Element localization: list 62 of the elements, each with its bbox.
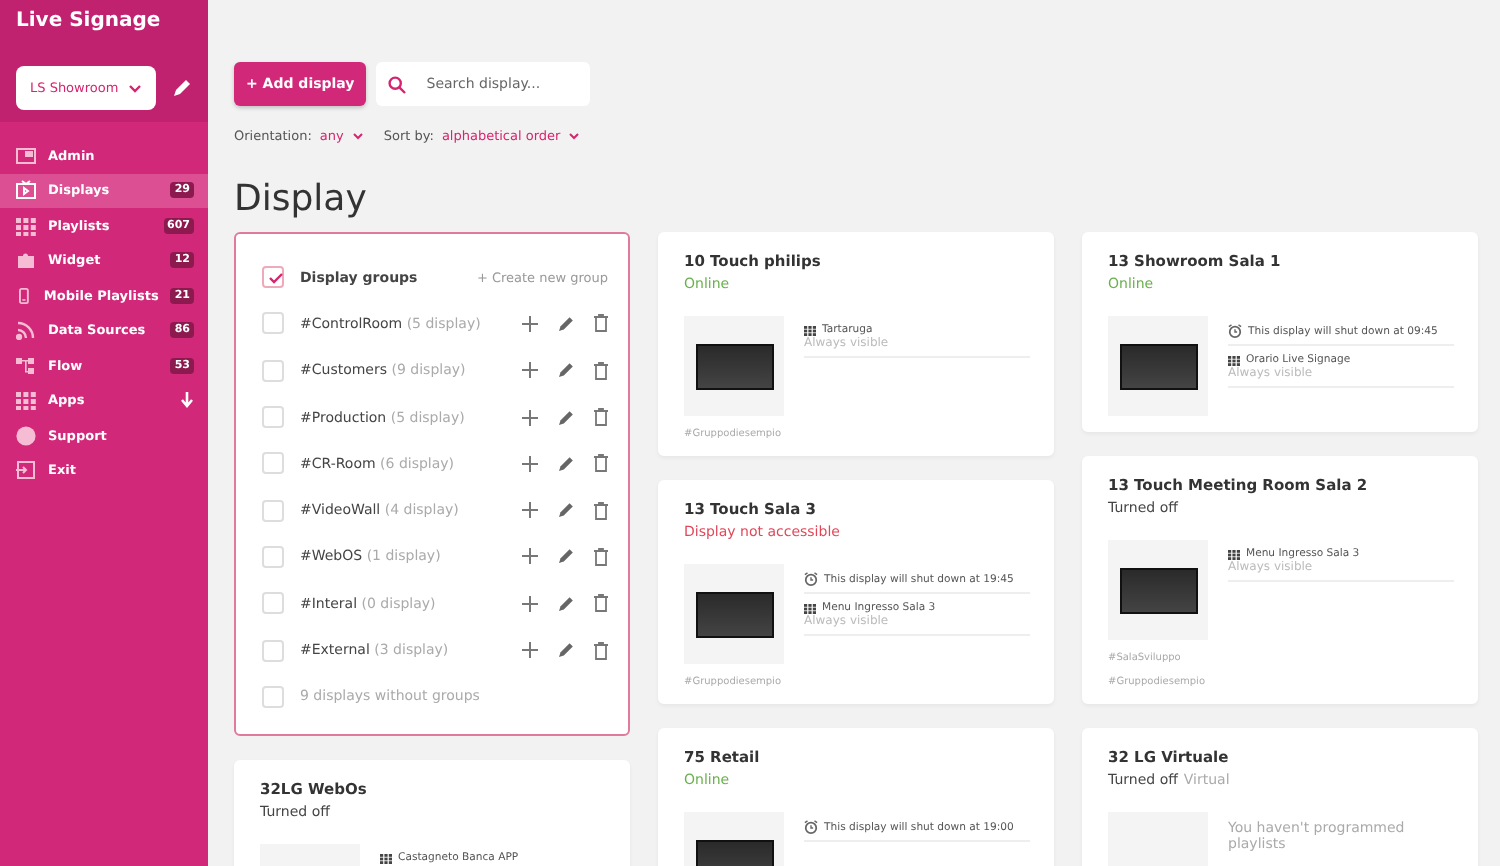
trash-icon[interactable] xyxy=(594,361,608,380)
rss-icon xyxy=(16,320,36,341)
grid-icon xyxy=(804,325,816,335)
trash-icon[interactable] xyxy=(594,594,608,613)
alarm-clock-icon xyxy=(1228,324,1242,338)
window-icon xyxy=(16,145,36,166)
checkbox[interactable] xyxy=(262,545,284,568)
chevron-down-icon xyxy=(128,83,142,93)
trash-icon[interactable] xyxy=(594,547,608,566)
flow-icon xyxy=(16,355,36,376)
screen-drawing xyxy=(1119,567,1197,613)
pencil-icon[interactable] xyxy=(558,502,574,519)
pencil-icon[interactable] xyxy=(558,642,574,659)
grid-icon xyxy=(804,603,816,613)
checkbox[interactable] xyxy=(262,592,284,615)
screen-drawing xyxy=(695,343,773,389)
checkbox[interactable] xyxy=(262,499,284,522)
trash-icon[interactable] xyxy=(594,501,608,520)
grid-icon xyxy=(16,390,36,411)
screen-drawing xyxy=(695,591,773,637)
grid-icon xyxy=(16,215,36,236)
tv-icon xyxy=(16,180,36,201)
plus-icon[interactable] xyxy=(522,548,538,565)
alarm-clock-icon xyxy=(804,820,818,834)
phone-icon xyxy=(16,285,32,306)
checkbox[interactable] xyxy=(262,639,284,662)
plus-icon[interactable] xyxy=(522,642,538,659)
pencil-icon[interactable] xyxy=(558,548,574,565)
checkbox[interactable] xyxy=(262,406,284,429)
exit-icon xyxy=(16,460,36,481)
pencil-icon[interactable] xyxy=(558,315,574,332)
checkbox[interactable] xyxy=(262,312,284,335)
plus-icon[interactable] xyxy=(522,595,538,612)
plus-icon[interactable] xyxy=(522,455,538,472)
checkbox[interactable] xyxy=(262,685,284,708)
pencil-icon[interactable] xyxy=(558,595,574,612)
arrow-down-icon[interactable] xyxy=(180,392,194,409)
grid-icon xyxy=(1228,549,1240,559)
plus-icon[interactable] xyxy=(522,409,538,426)
search-icon xyxy=(388,75,407,93)
checkbox[interactable] xyxy=(262,359,284,382)
grid-icon xyxy=(380,853,392,863)
trash-icon[interactable] xyxy=(594,314,608,333)
trash-icon[interactable] xyxy=(594,408,608,427)
trash-icon[interactable] xyxy=(594,454,608,473)
pencil-icon[interactable] xyxy=(558,455,574,472)
alarm-clock-icon xyxy=(804,572,818,586)
checkbox[interactable] xyxy=(262,266,284,289)
pencil-icon[interactable] xyxy=(558,362,574,379)
page-title: Display xyxy=(234,178,369,222)
checkbox[interactable] xyxy=(262,452,284,475)
screen-drawing xyxy=(1119,343,1197,389)
plus-icon[interactable] xyxy=(522,362,538,379)
plus-icon[interactable] xyxy=(522,502,538,519)
chevron-down-icon xyxy=(351,132,364,140)
app-title: Live Signage xyxy=(14,10,163,36)
chevron-down-icon xyxy=(568,132,581,140)
grid-icon xyxy=(1228,355,1240,365)
pencil-icon[interactable] xyxy=(172,78,192,98)
pencil-icon[interactable] xyxy=(558,409,574,426)
plus-icon[interactable] xyxy=(522,315,538,332)
trash-icon[interactable] xyxy=(594,641,608,660)
